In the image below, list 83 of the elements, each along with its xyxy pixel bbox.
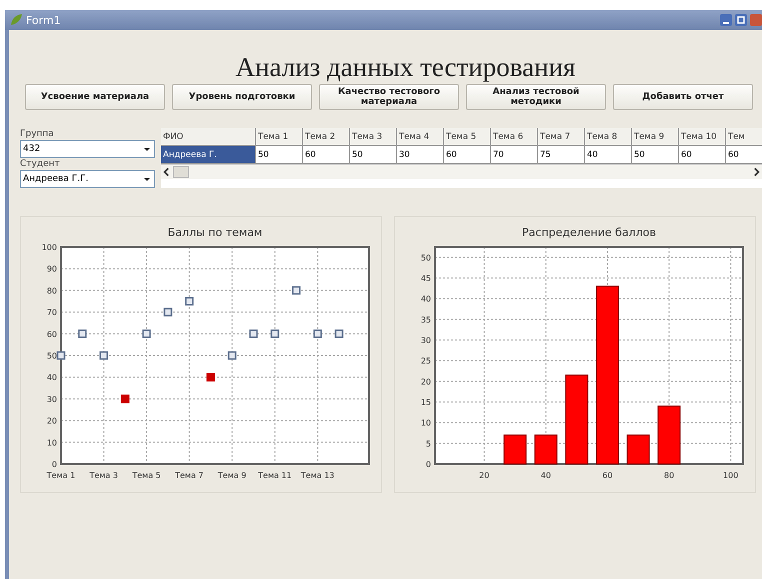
y-tick-label: 90 [46, 264, 57, 274]
chart-title: Баллы по темам [168, 226, 262, 239]
y-tick-label: 5 [426, 439, 431, 448]
y-tick-label: 50 [46, 352, 57, 360]
x-tick-label: Тема 7 [175, 471, 204, 480]
table-cell[interactable]: Андреева Г. [161, 146, 256, 164]
page-heading: Анализ данных тестирования [234, 52, 576, 82]
column-header: Тема 8 [585, 128, 632, 146]
y-tick-label: 35 [420, 315, 431, 324]
y-tick-label: 25 [420, 356, 431, 366]
data-point [164, 308, 172, 316]
y-tick-label: 30 [420, 336, 431, 345]
column-header: Тема 1 [256, 128, 303, 146]
y-tick-label: 10 [420, 418, 431, 428]
column-header: ФИО [161, 128, 256, 146]
x-tick-label: Тема 9 [218, 471, 246, 480]
data-point [228, 351, 236, 360]
histogram-bar [504, 434, 527, 464]
x-tick-label: Тема 5 [132, 471, 161, 480]
data-point [120, 394, 130, 404]
x-tick-label: 60 [602, 471, 613, 480]
column-header: Тема 9 [632, 128, 679, 146]
data-point [270, 330, 280, 338]
x-tick-label: Тема 1 [46, 471, 76, 480]
field-label: Студент [20, 158, 61, 170]
field-label: Группа [20, 128, 55, 140]
dropdown-field[interactable]: Андреева Г.Г. [20, 170, 155, 188]
y-tick-label: 40 [46, 373, 57, 382]
y-tick-label: 20 [420, 377, 431, 386]
y-tick-label: 0 [52, 460, 57, 469]
minimize-icon[interactable] [720, 14, 732, 26]
y-tick-label: 10 [46, 438, 57, 448]
x-tick-label: 40 [540, 471, 551, 480]
data-point [249, 330, 258, 338]
data-point [185, 297, 194, 306]
y-tick-label: 100 [42, 243, 57, 252]
action-button[interactable]: Уровень подготовки [172, 84, 312, 110]
y-tick-label: 15 [420, 398, 431, 407]
y-tick-label: 30 [46, 394, 57, 404]
column-header: Тема 3 [350, 128, 397, 146]
action-button[interactable]: Добавить отчет [613, 84, 753, 110]
y-tick-label: 70 [46, 308, 57, 318]
y-tick-label: 20 [46, 416, 57, 426]
data-point [100, 351, 108, 360]
histogram-bar [658, 406, 681, 464]
column-header: Тема 6 [491, 128, 538, 146]
column-header: Тема 7 [538, 128, 585, 146]
scroll-thumb[interactable] [173, 166, 189, 178]
x-tick-label: Тема 11 [258, 471, 292, 480]
x-tick-label: Тема 3 [90, 471, 118, 480]
column-header: Тема 4 [397, 128, 444, 146]
data-point [56, 351, 66, 360]
maximize-icon[interactable] [735, 14, 747, 26]
data-point [142, 330, 151, 338]
action-button[interactable]: Качество тестового материала [319, 84, 459, 110]
data-point [206, 372, 215, 382]
data-point [292, 286, 301, 295]
x-tick-label: 20 [479, 471, 490, 480]
y-tick-label: 50 [420, 253, 431, 262]
histogram-bar [534, 434, 558, 464]
y-tick-label: 80 [46, 286, 57, 296]
column-header: Тема 2 [303, 128, 350, 146]
dropdown-field[interactable]: 432 [20, 140, 155, 158]
column-header: Тема 10 [679, 128, 726, 146]
action-button[interactable]: Анализ тестовой методики [466, 84, 606, 110]
leaf-icon [9, 13, 23, 27]
y-tick-label: 0 [426, 460, 431, 469]
data-point [78, 330, 87, 338]
x-tick-label: 100 [723, 471, 738, 480]
window-title: Form1 [26, 14, 61, 26]
x-tick-label: 80 [664, 471, 674, 480]
column-header: Тем [726, 128, 762, 146]
data-point [313, 330, 322, 338]
action-button[interactable]: Усвоение материала [25, 84, 165, 110]
histogram-bar [626, 434, 650, 464]
horizontal-scrollbar[interactable] [161, 164, 762, 179]
column-header: Тема 5 [444, 128, 491, 146]
x-tick-label: Тема 13 [300, 471, 334, 480]
y-tick-label: 60 [46, 330, 57, 339]
data-point [334, 330, 344, 338]
chart-title: Распределение баллов [522, 226, 656, 239]
y-tick-label: 45 [420, 274, 431, 283]
y-tick-label: 40 [420, 294, 431, 304]
